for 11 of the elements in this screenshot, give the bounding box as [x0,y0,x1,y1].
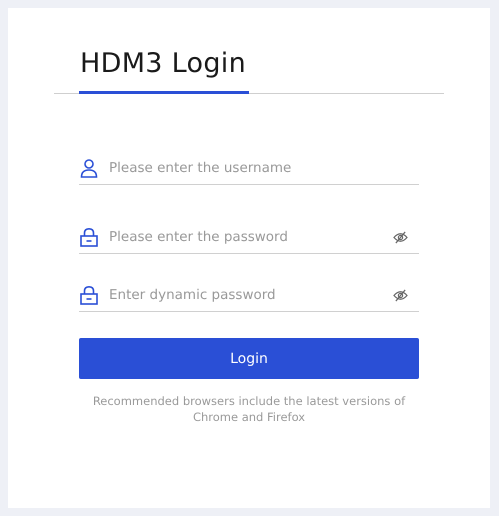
lock-icon [79,285,99,305]
login-title: HDM3 Login [79,48,249,94]
input-field[interactable]: Please enter the username [109,160,419,176]
input-field[interactable]: Please enter the password [109,229,383,245]
browser-note: Recommended browsers include the latest versions of Chrome and Firefox [92,393,406,425]
lock-icon [79,227,99,247]
eye-slash-icon[interactable] [393,288,408,302]
user-icon [79,158,99,178]
login-button[interactable]: Login [79,338,419,379]
input-field[interactable]: Enter dynamic password [109,287,383,303]
eye-slash-icon[interactable] [393,230,408,244]
